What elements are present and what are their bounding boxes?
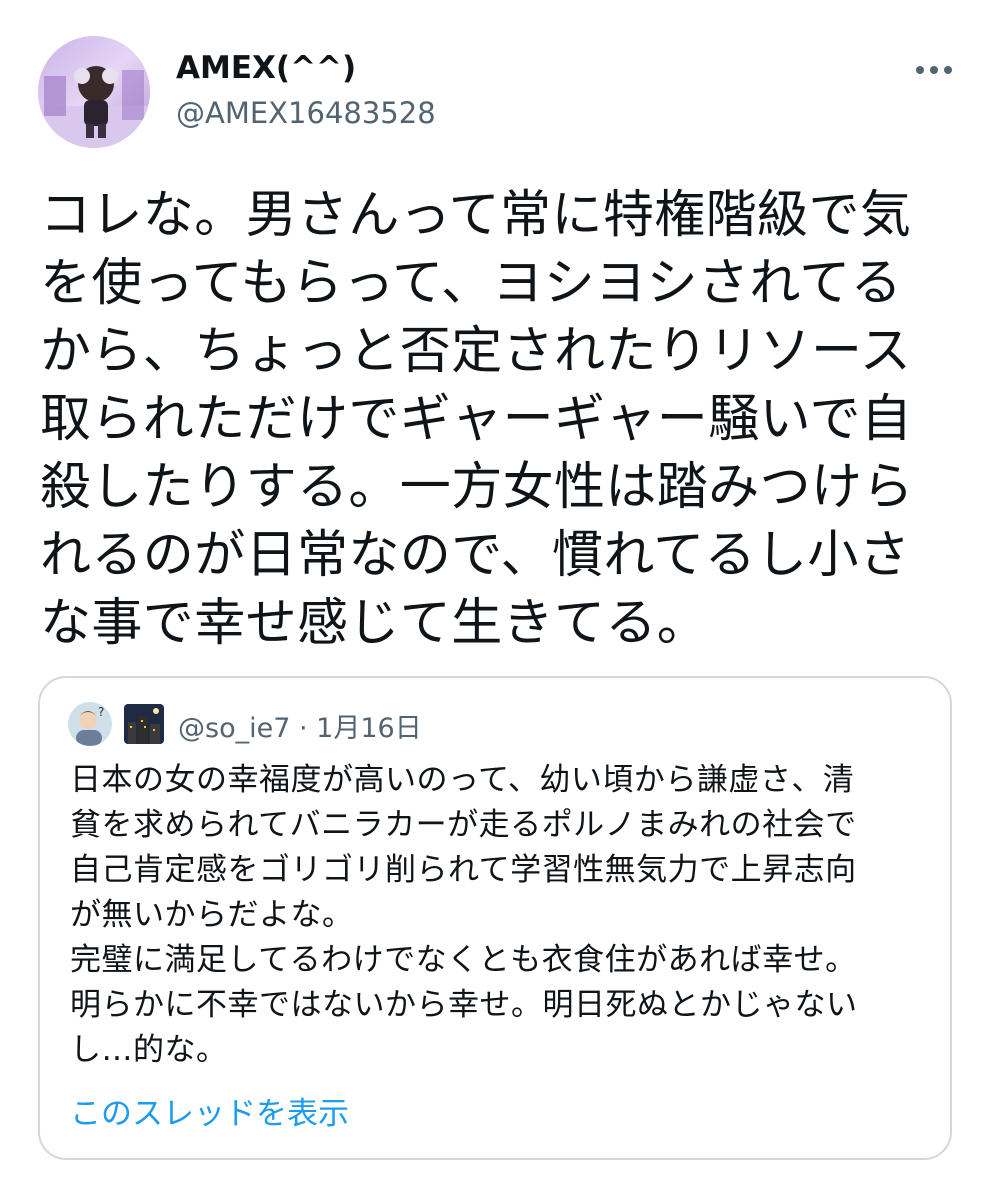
quoted-user-avatar[interactable]: ?: [68, 702, 112, 746]
tweet-text: コレな。男さんって常に特権階級で気 を使ってもらって、ヨシヨシされてる から、ち…: [40, 186, 914, 653]
author-handle[interactable]: @AMEX16483528: [176, 96, 436, 130]
quoted-tweet-card[interactable]: ? @so_ie7 · 1月16日 日本の女の幸福度が高いのって、幼い頃から謙虚…: [38, 676, 952, 1160]
svg-text:?: ?: [98, 705, 104, 719]
author-display-name[interactable]: AMEX(^^): [176, 50, 356, 86]
quoted-tweet-meta: @so_ie7 · 1月16日: [178, 706, 422, 745]
more-horizontal-icon: [916, 66, 952, 74]
show-thread-link[interactable]: このスレッドを表示: [70, 1088, 349, 1133]
meta-separator: ·: [298, 713, 308, 744]
profile-avatar-icon: [38, 36, 150, 148]
author-avatar[interactable]: [38, 36, 150, 148]
quoted-user-handle[interactable]: @so_ie7: [178, 713, 290, 744]
quoted-tweet-text: 日本の女の幸福度が高いのって、幼い頃から謙虚さ、清 貧を求められてバニラカーが走…: [70, 762, 858, 1068]
night-city-emoji-icon: [124, 704, 164, 744]
more-options-button[interactable]: [908, 52, 960, 88]
quoted-user-emoji: [124, 702, 164, 746]
quoted-user-avatar-icon: ?: [68, 702, 112, 746]
quoted-tweet-date[interactable]: 1月16日: [316, 713, 422, 744]
